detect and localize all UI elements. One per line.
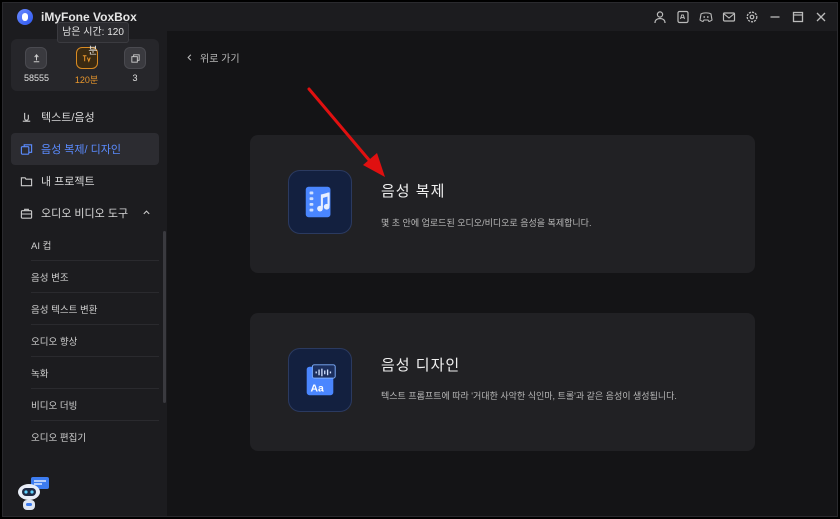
sidebar-subitem-audio-enhance[interactable]: 오디오 향상 xyxy=(31,325,159,357)
stat-characters[interactable]: 58555 xyxy=(24,47,49,91)
sidebar-subitem-recording[interactable]: 녹화 xyxy=(31,357,159,389)
sidebar-item-label: 내 프로젝트 xyxy=(41,176,95,188)
maximize-icon[interactable] xyxy=(789,8,806,25)
app-store-icon[interactable] xyxy=(674,8,691,25)
close-icon[interactable] xyxy=(812,8,829,25)
app-window: iMyFone VoxBox 남은 시간: 120분 58555 120분 3 … xyxy=(2,2,838,517)
svg-text:Aa: Aa xyxy=(311,383,325,394)
stat-clones[interactable]: 3 xyxy=(124,47,147,91)
voice-design-icon: Aa xyxy=(288,348,352,412)
toolbox-icon xyxy=(19,206,33,220)
sidebar-scrollbar[interactable] xyxy=(163,231,166,403)
stat-value: 3 xyxy=(132,73,138,83)
stats-panel: 58555 120분 3 xyxy=(11,39,159,91)
minimize-icon[interactable] xyxy=(766,8,783,25)
stat-value: 120분 xyxy=(74,75,99,85)
sidebar-item-label: 텍스트/음성 xyxy=(41,112,95,124)
sidebar-item-label: 음성 복제/ 디자인 xyxy=(41,144,122,156)
card-title: 음성 디자인 xyxy=(381,357,461,374)
clone-icon xyxy=(19,142,33,156)
voice-design-card[interactable]: Aa 음성 디자인 텍스트 프롬프트에 따라 '거대한 사악한 식인마, 트롤'… xyxy=(250,313,755,451)
back-button[interactable]: 위로 가기 xyxy=(185,50,240,65)
copy-icon xyxy=(124,47,147,69)
window-controls xyxy=(651,8,829,25)
sidebar-item-av-tools[interactable]: 오디오 비디오 도구 xyxy=(11,197,159,229)
sidebar-subitem-ai-cover[interactable]: AI 컵 xyxy=(31,229,159,261)
card-description: 몇 초 안에 업로드된 오디오/비디오로 음성을 복제합니다. xyxy=(381,218,592,228)
discord-icon[interactable] xyxy=(697,8,714,25)
sidebar-nav: 텍스트/음성 음성 복제/ 디자인 내 프로젝트 오디오 비디오 도구 AI 컵… xyxy=(3,101,167,453)
sidebar-subitem-video-dubbing[interactable]: 비디오 더빙 xyxy=(31,389,159,421)
sidebar-item-voice-clone[interactable]: 음성 복제/ 디자인 xyxy=(11,133,159,165)
sidebar-subitems: AI 컵 음성 변조 음성 텍스트 변환 오디오 향상 녹화 비디오 더빙 오디… xyxy=(3,229,167,453)
assistant-robot-icon[interactable] xyxy=(15,475,53,513)
app-logo-icon xyxy=(17,9,33,25)
card-description: 텍스트 프롬프트에 따라 '거대한 사악한 식인마, 트롤'과 같은 음성이 생… xyxy=(381,391,677,401)
card-title: 음성 복제 xyxy=(381,183,446,200)
chevron-left-icon xyxy=(187,54,192,61)
sidebar-subitem-speech-to-text[interactable]: 음성 텍스트 변환 xyxy=(31,293,159,325)
back-label: 위로 가기 xyxy=(200,54,240,65)
refresh-icon xyxy=(25,47,48,69)
main-content: 위로 가기 음성 복제 몇 초 안에 업로드된 오디오/비디오로 음성을 복제합… xyxy=(167,31,837,516)
chevron-up-icon[interactable] xyxy=(142,208,151,220)
sidebar-subitem-voice-changer[interactable]: 음성 변조 xyxy=(31,261,159,293)
mail-icon[interactable] xyxy=(720,8,737,25)
sidebar: 58555 120분 3 텍스트/음성 음성 복제/ 디자인 내 프로젝트 오디… xyxy=(3,31,167,516)
folder-icon xyxy=(19,174,33,188)
sidebar-item-projects[interactable]: 내 프로젝트 xyxy=(11,165,159,197)
tts-icon xyxy=(19,110,33,124)
sidebar-item-label: 오디오 비디오 도구 xyxy=(41,208,129,220)
settings-icon[interactable] xyxy=(743,8,760,25)
account-icon[interactable] xyxy=(651,8,668,25)
sidebar-item-tts[interactable]: 텍스트/음성 xyxy=(11,101,159,133)
sidebar-subitem-audio-editor[interactable]: 오디오 편집기 xyxy=(31,421,159,453)
stat-value: 58555 xyxy=(23,73,49,83)
remaining-time-tooltip: 남은 시간: 120분 xyxy=(57,22,129,57)
annotation-arrow xyxy=(307,87,385,177)
